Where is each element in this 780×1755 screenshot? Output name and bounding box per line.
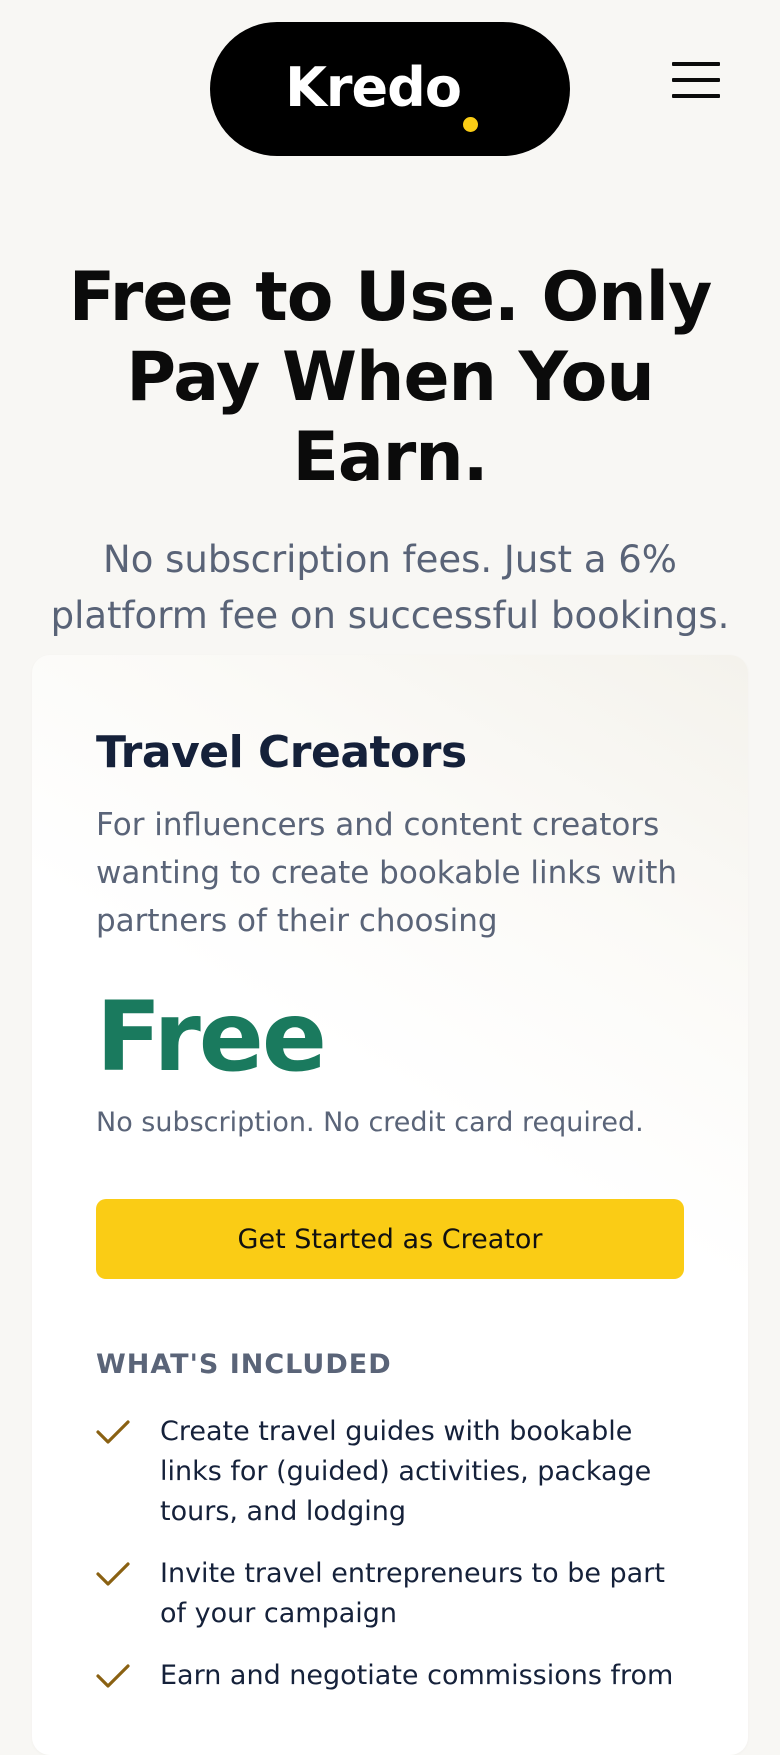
- site-header: Kredo: [0, 0, 780, 170]
- hero-section: Free to Use. Only Pay When You Earn. No …: [0, 258, 780, 644]
- feature-item: Create travel guides with bookable links…: [96, 1412, 686, 1532]
- card-content: Travel Creators For influencers and cont…: [96, 725, 686, 1718]
- card-description: For influencers and content creators wan…: [96, 807, 678, 939]
- logo-text: Kredo: [285, 55, 462, 119]
- menu-line: [672, 78, 720, 82]
- feature-text: Create travel guides with bookable links…: [160, 1416, 652, 1527]
- menu-line: [672, 94, 720, 98]
- feature-text: Invite travel entrepreneurs to be part o…: [160, 1558, 665, 1629]
- check-icon: [96, 1412, 160, 1452]
- menu-line: [672, 62, 720, 66]
- check-icon: [96, 1554, 160, 1594]
- price-note: No subscription. No credit card required…: [96, 1107, 644, 1138]
- feature-item: Invite travel entrepreneurs to be part o…: [96, 1554, 686, 1634]
- logo-dot: [463, 117, 478, 132]
- check-icon: [96, 1656, 160, 1696]
- feature-list: Create travel guides with bookable links…: [96, 1412, 686, 1696]
- kredo-logo[interactable]: Kredo: [210, 22, 570, 156]
- price-label: Free: [96, 981, 327, 1093]
- whats-included-heading: WHAT'S INCLUDED: [96, 1349, 392, 1380]
- hero-subtitle: No subscription fees. Just a 6% platform…: [50, 538, 730, 637]
- feature-text: Earn and negotiate commissions from: [160, 1660, 674, 1691]
- card-title: Travel Creators: [96, 727, 467, 778]
- pricing-card-travel-creators: Travel Creators For influencers and cont…: [32, 655, 748, 1755]
- hero-title: Free to Use. Only Pay When You Earn.: [68, 258, 713, 497]
- hamburger-menu-icon[interactable]: [666, 56, 726, 104]
- feature-item: Earn and negotiate commissions from: [96, 1656, 686, 1696]
- get-started-creator-button[interactable]: Get Started as Creator: [96, 1199, 684, 1279]
